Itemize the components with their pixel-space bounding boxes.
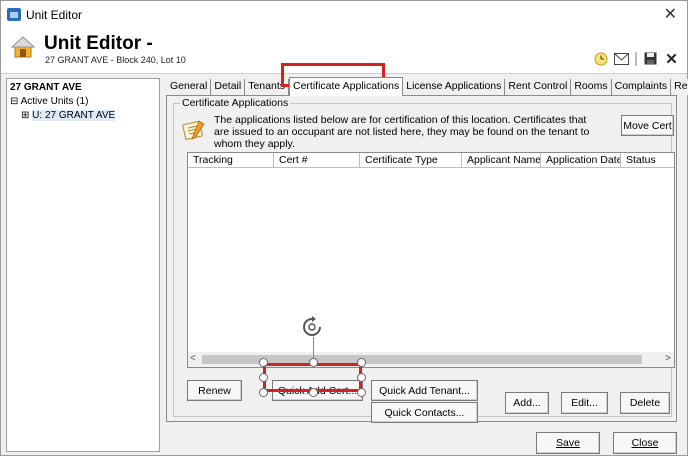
tab-license-applications[interactable]: License Applications (403, 79, 506, 95)
scroll-right-arrow-icon[interactable]: > (665, 353, 671, 364)
save-button-label: Save (556, 437, 580, 449)
move-cert-button[interactable]: Move Cert (621, 115, 674, 136)
certificate-applications-table[interactable]: Tracking Cert # Certificate Type Applica… (187, 152, 675, 368)
tree-expand-icon[interactable]: ⊞ (21, 110, 32, 121)
resize-handle-right[interactable] (357, 373, 366, 382)
certificate-applications-group: Certificate Applications The application… (173, 97, 675, 423)
column-header-application-date[interactable]: Application Date (541, 153, 621, 168)
resize-handle-top-left[interactable] (259, 358, 268, 367)
app-icon (7, 8, 21, 21)
window-title: Unit Editor (26, 8, 83, 22)
document-pencil-icon (182, 120, 205, 140)
certificate-applications-panel: Certificate Applications The application… (166, 95, 677, 423)
editor-body: 27 GRANT AVE ⊟ Active Units (1) ⊞ U: 27 … (1, 73, 688, 455)
tab-rent-control[interactable]: Rent Control (505, 79, 572, 95)
tab-tenants[interactable]: Tenants (245, 79, 289, 95)
quick-contacts-button[interactable]: Quick Contacts... (371, 402, 478, 423)
resize-handle-bottom-left[interactable] (259, 388, 268, 397)
column-header-cert-number[interactable]: Cert # (274, 153, 360, 168)
house-icon (11, 36, 35, 58)
mail-icon[interactable] (614, 51, 629, 66)
resize-handle-bottom[interactable] (309, 388, 318, 397)
delete-button[interactable]: Delete (620, 392, 670, 414)
tree-root[interactable]: 27 GRANT AVE (10, 82, 82, 93)
tree-item-unit-label: U: 27 GRANT AVE (32, 110, 116, 121)
group-title: Certificate Applications (180, 97, 291, 109)
info-text: The applications listed below are for ce… (214, 114, 590, 150)
rotate-handle-icon[interactable] (301, 316, 323, 338)
tree-item-active-units[interactable]: ⊟ Active Units (1) (10, 96, 88, 107)
tree-item-unit[interactable]: ⊞ U: 27 GRANT AVE (21, 110, 116, 121)
clock-icon[interactable] (593, 51, 608, 66)
edit-button[interactable]: Edit... (561, 392, 608, 414)
unit-tree[interactable]: 27 GRANT AVE ⊟ Active Units (1) ⊞ U: 27 … (6, 78, 160, 452)
tab-certificate-applications[interactable]: Certificate Applications (289, 77, 404, 96)
close-button[interactable]: Close (613, 432, 677, 454)
close-icon[interactable]: ✕ (664, 51, 679, 68)
separator (635, 51, 637, 66)
page-title: Unit Editor - (44, 33, 153, 54)
resize-handle-top-right[interactable] (357, 358, 366, 367)
quick-add-tenant-button[interactable]: Quick Add Tenant... (371, 380, 478, 401)
close-button-label: Close (631, 437, 659, 449)
resize-handle-bottom-right[interactable] (357, 388, 366, 397)
save-icon[interactable] (643, 51, 658, 66)
tab-detail[interactable]: Detail (211, 79, 246, 95)
add-button[interactable]: Add... (505, 392, 549, 414)
column-header-status[interactable]: Status (621, 153, 674, 168)
editor-header: Unit Editor - 27 GRANT AVE - Block 240, … (1, 29, 687, 73)
column-header-applicant-name[interactable]: Applicant Name (462, 153, 541, 168)
tab-general[interactable]: General (167, 79, 212, 95)
tab-strip: General Detail Tenants Certificate Appli… (167, 77, 688, 96)
tab-rooms[interactable]: Rooms (571, 79, 612, 95)
scroll-left-arrow-icon[interactable]: < (190, 353, 196, 364)
page-subtitle: 27 GRANT AVE - Block 240, Lot 10 (45, 55, 186, 65)
resize-handle-top[interactable] (309, 358, 318, 367)
column-header-tracking[interactable]: Tracking (188, 153, 274, 168)
renew-button[interactable]: Renew (187, 380, 242, 401)
save-button[interactable]: Save (536, 432, 600, 454)
window-close-button[interactable]: ✕ (664, 4, 677, 24)
tab-complaints[interactable]: Complaints (611, 79, 672, 95)
header-toolbar: ✕ (593, 51, 679, 68)
tab-related[interactable]: Related (671, 79, 688, 95)
resize-handle-left[interactable] (259, 373, 268, 382)
column-header-certificate-type[interactable]: Certificate Type (360, 153, 462, 168)
title-bar: Unit Editor ✕ (1, 1, 687, 29)
table-header: Tracking Cert # Certificate Type Applica… (188, 153, 674, 168)
